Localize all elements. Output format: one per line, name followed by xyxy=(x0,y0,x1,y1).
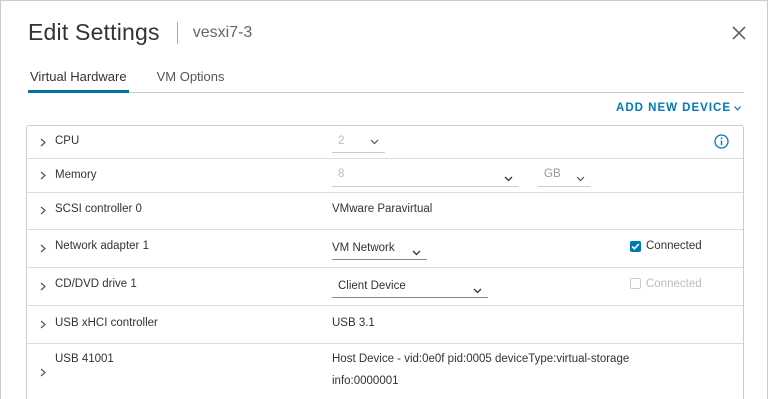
memory-size-value: 8 xyxy=(338,168,345,180)
expand-chevron-icon[interactable] xyxy=(40,320,48,330)
expand-chevron-icon[interactable] xyxy=(40,206,48,216)
device-row-network: Network adapter 1 VM Network Connected xyxy=(27,230,743,268)
title-divider xyxy=(176,21,178,44)
cdrom-connected-label: Connected xyxy=(646,278,702,290)
chevron-down-icon xyxy=(734,103,741,113)
network-value: VM Network xyxy=(332,242,395,254)
device-row-usb-device: USB 41001 Host Device - vid:0e0f pid:000… xyxy=(27,344,743,399)
device-name: Network adapter 1 xyxy=(55,240,149,252)
expand-chevron-icon[interactable] xyxy=(40,138,48,148)
dialog-header: Edit Settings vesxi7-3 xyxy=(28,19,252,46)
cdrom-value: Client Device xyxy=(338,280,406,292)
device-name: USB xHCI controller xyxy=(55,317,158,329)
tab-virtual-hardware[interactable]: Virtual Hardware xyxy=(28,67,129,93)
device-value-line2: info:0000001 xyxy=(332,375,399,387)
network-connected-checkbox[interactable] xyxy=(630,241,641,252)
device-row-cpu: CPU 2 xyxy=(27,126,743,159)
device-name: CD/DVD drive 1 xyxy=(55,278,137,290)
device-name: SCSI controller 0 xyxy=(55,203,142,215)
network-connected-label: Connected xyxy=(646,240,702,252)
dialog-title: Edit Settings xyxy=(28,19,160,45)
device-name: CPU xyxy=(55,135,80,147)
chevron-down-icon xyxy=(412,247,421,256)
cpu-count-select[interactable]: 2 xyxy=(332,132,385,153)
info-icon[interactable] xyxy=(714,134,729,149)
add-new-device-label: ADD NEW DEVICE xyxy=(616,102,731,114)
chevron-down-icon xyxy=(576,173,585,182)
cdrom-select[interactable]: Client Device xyxy=(332,276,488,298)
device-value: USB 3.1 xyxy=(332,317,375,329)
device-value-line1: Host Device - vid:0e0f pid:0005 deviceTy… xyxy=(332,353,630,365)
edit-settings-dialog: Edit Settings vesxi7-3 Virtual Hardware … xyxy=(0,0,768,399)
expand-chevron-icon[interactable] xyxy=(40,244,48,254)
chevron-down-icon xyxy=(370,136,379,145)
memory-unit-value: GB xyxy=(544,168,561,180)
cpu-count-value: 2 xyxy=(338,135,345,147)
chevron-down-icon xyxy=(504,173,513,182)
expand-chevron-icon[interactable] xyxy=(40,282,48,292)
device-row-scsi: SCSI controller 0 VMware Paravirtual xyxy=(27,193,743,230)
chevron-down-icon xyxy=(473,285,482,294)
device-row-cdrom: CD/DVD drive 1 Client Device Connected xyxy=(27,268,743,306)
device-row-memory: Memory 8 GB xyxy=(27,159,743,193)
expand-chevron-icon[interactable] xyxy=(40,171,48,181)
close-icon[interactable] xyxy=(731,25,747,41)
device-row-usb-controller: USB xHCI controller USB 3.1 xyxy=(27,306,743,344)
vm-name: vesxi7-3 xyxy=(192,23,253,41)
device-name: Memory xyxy=(55,169,97,181)
expand-chevron-icon[interactable] xyxy=(40,368,48,378)
memory-unit-select[interactable]: GB xyxy=(538,165,591,187)
tab-vm-options[interactable]: VM Options xyxy=(155,67,227,93)
device-list: CPU 2 Memory 8 GB SCSI controller 0 VMwa… xyxy=(26,125,744,399)
memory-size-input[interactable]: 8 xyxy=(332,165,519,187)
device-value: VMware Paravirtual xyxy=(332,203,433,215)
network-select[interactable]: VM Network xyxy=(332,238,427,260)
cdrom-connected-checkbox[interactable] xyxy=(630,278,641,289)
add-new-device-button[interactable]: ADD NEW DEVICE xyxy=(616,102,741,114)
tab-bar: Virtual Hardware VM Options xyxy=(28,67,744,93)
device-name: USB 41001 xyxy=(55,353,114,365)
